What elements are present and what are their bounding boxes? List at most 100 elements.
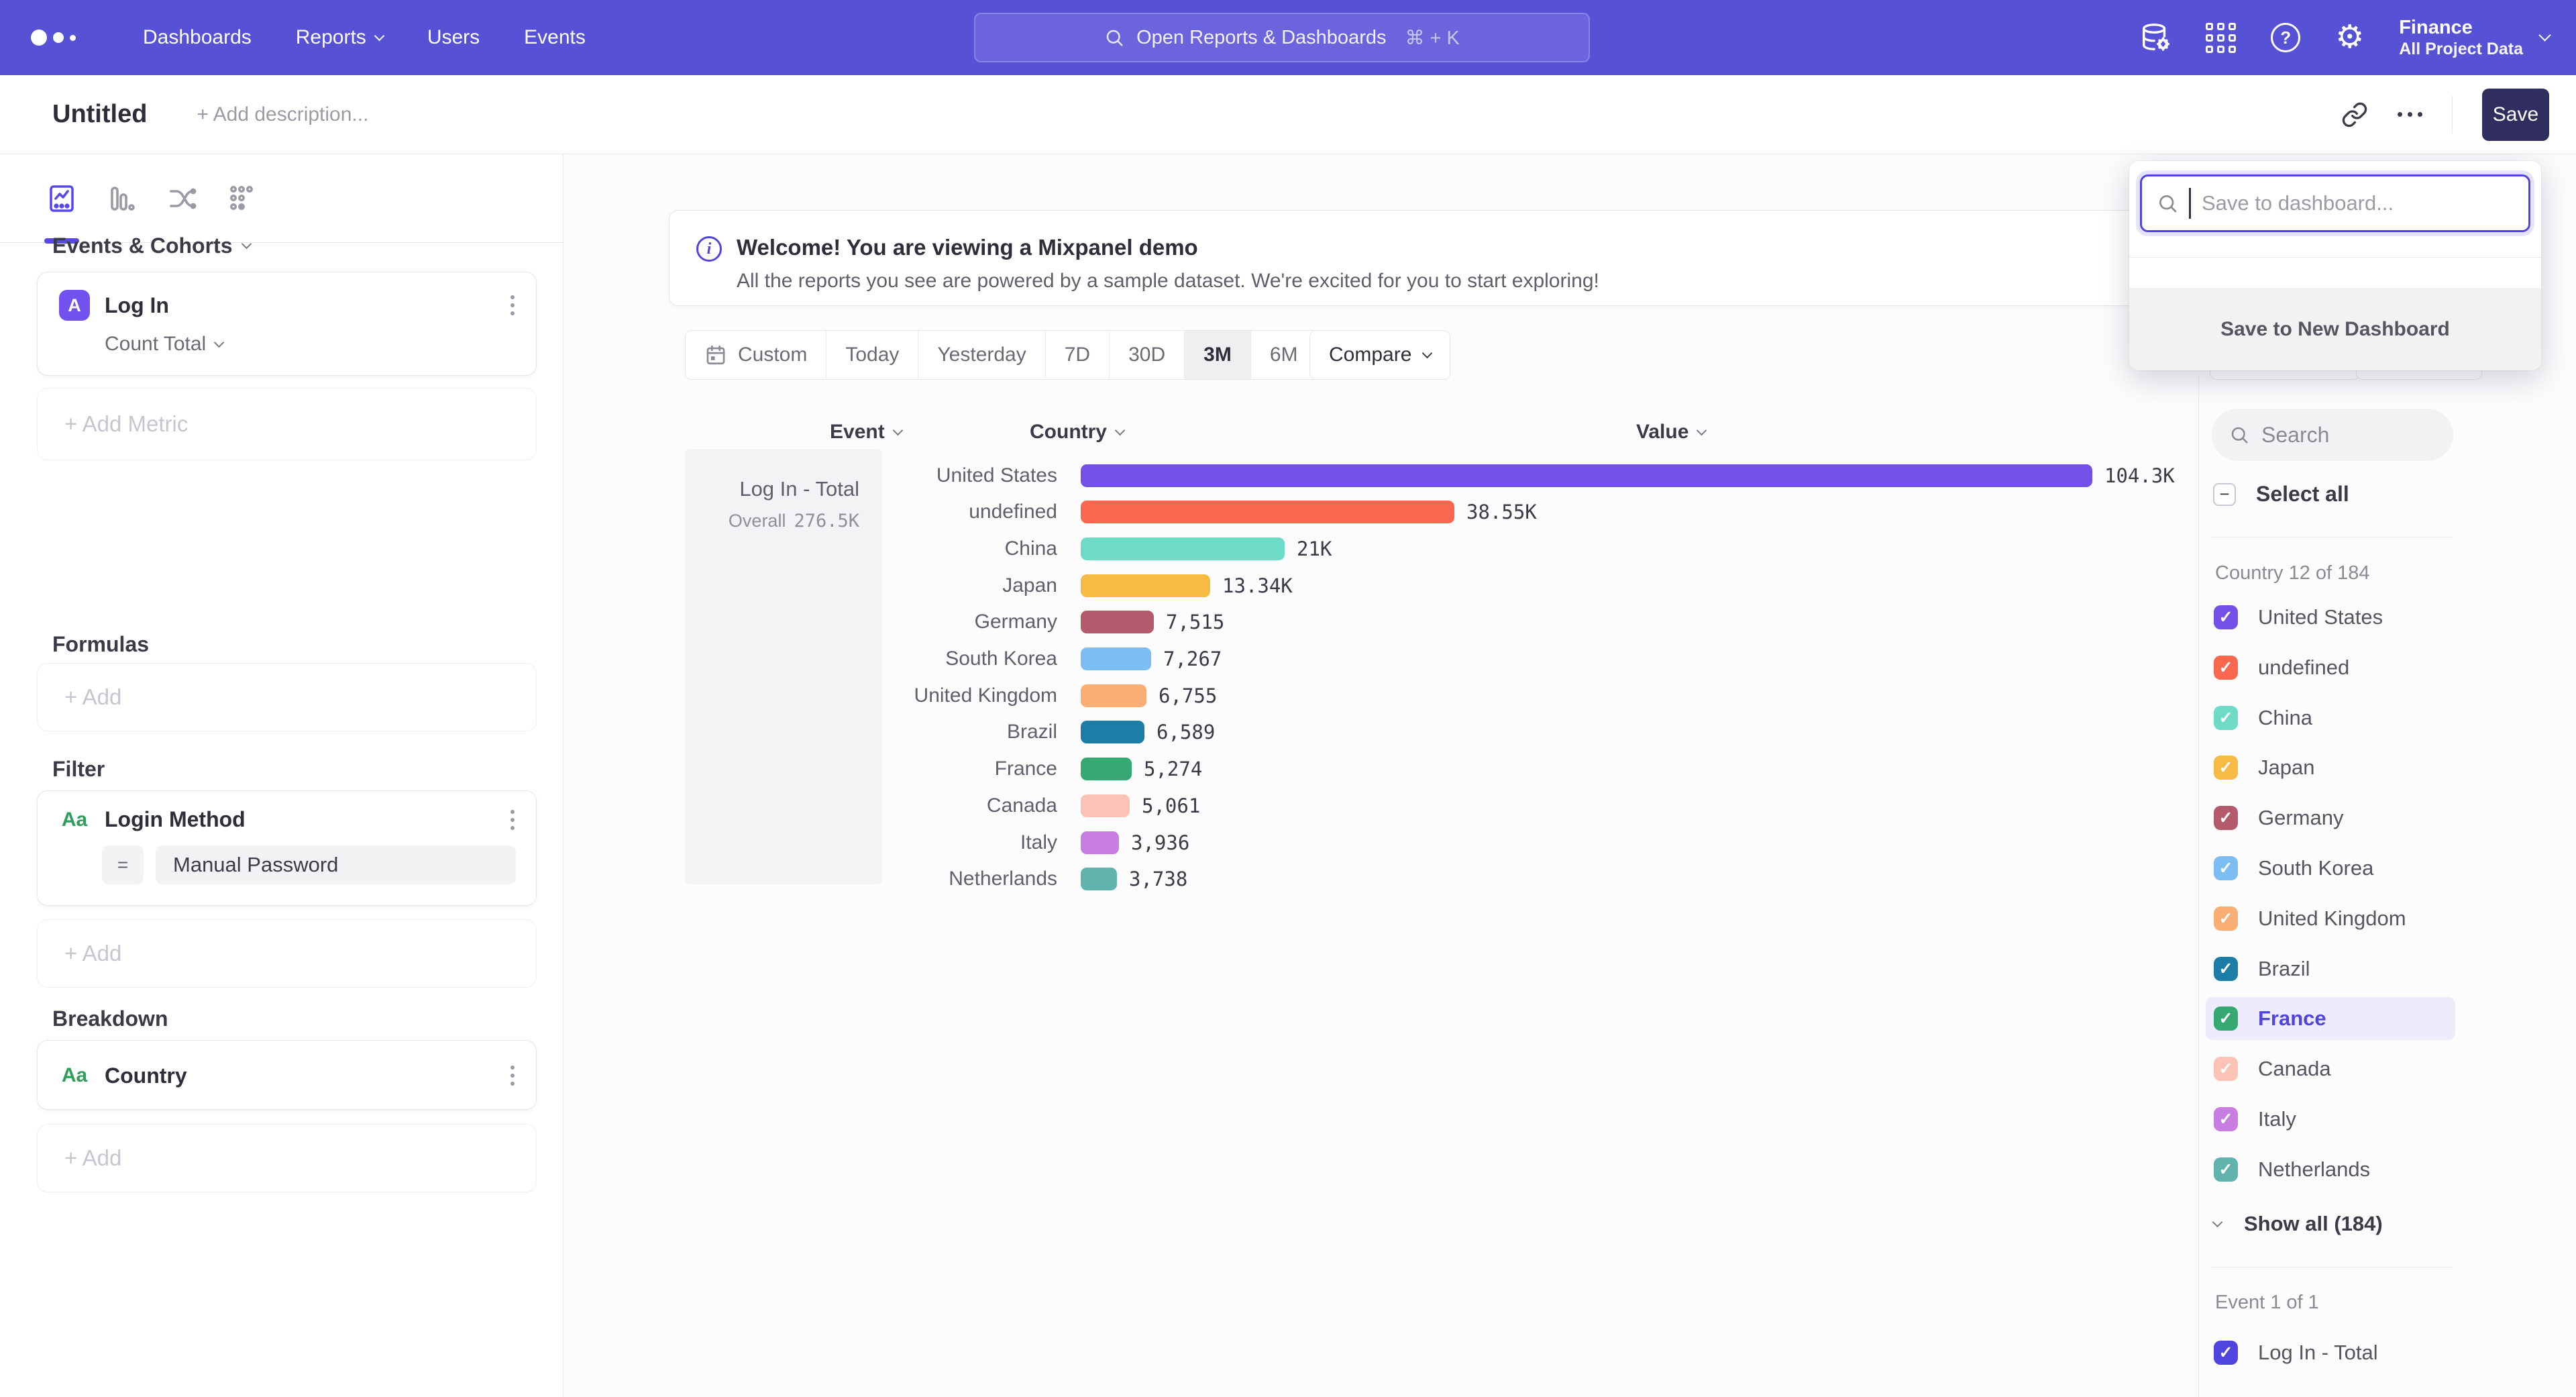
save-dashboard-search[interactable] (2140, 174, 2530, 232)
bar-south-korea[interactable] (1081, 648, 1151, 670)
add-description-button[interactable]: + Add description... (197, 103, 368, 126)
value-column-header[interactable]: Value (1636, 421, 1705, 444)
segment-label: United Kingdom (2258, 907, 2406, 931)
chevron-down-icon (2212, 1217, 2223, 1227)
event-column-header[interactable]: Event (830, 421, 902, 444)
segment-row-germany[interactable]: ✓Germany (2206, 796, 2455, 839)
bar-germany[interactable] (1081, 611, 1154, 633)
select-all-checkbox[interactable]: − (2213, 483, 2236, 506)
mixpanel-logo-icon[interactable] (31, 30, 76, 46)
bar-united-states[interactable] (1081, 464, 2092, 487)
checkbox-brazil[interactable]: ✓ (2214, 957, 2238, 981)
nav-link-reports[interactable]: Reports (296, 26, 383, 49)
tab-insights[interactable] (44, 181, 79, 216)
segment-row-united-kingdom[interactable]: ✓ United Kingdom (2206, 897, 2455, 940)
bar-undefined[interactable] (1081, 501, 1454, 523)
data-management-icon[interactable] (2140, 22, 2171, 53)
range-6m[interactable]: 6M (1250, 331, 1317, 379)
show-all-label: Show all (184) (2244, 1212, 2383, 1236)
range-custom[interactable]: Custom (686, 331, 826, 379)
bar-united-kingdom[interactable] (1081, 684, 1146, 707)
checkbox-italy[interactable]: ✓ (2214, 1107, 2238, 1131)
compare-button[interactable]: Compare (1309, 330, 1450, 380)
copy-link-icon[interactable] (2341, 101, 2368, 128)
filter-value[interactable]: Manual Password (156, 845, 516, 884)
add-metric-button[interactable]: + Add Metric (37, 388, 537, 460)
filter-kebab-icon[interactable] (511, 810, 515, 830)
checkbox-canada[interactable]: ✓ (2214, 1057, 2238, 1081)
select-all-row[interactable]: − Select all (2213, 482, 2349, 507)
settings-gear-icon[interactable]: ⚙ (2335, 21, 2364, 54)
bar-value: 5,274 (1144, 758, 1202, 780)
bar-brazil[interactable] (1081, 721, 1144, 743)
checkbox-germany[interactable]: ✓ (2214, 806, 2238, 830)
event-checkbox[interactable]: ✓ (2214, 1341, 2238, 1365)
bar-france[interactable] (1081, 758, 1132, 780)
metric-kebab-icon[interactable] (511, 295, 515, 315)
checkbox-united-kingdom[interactable]: ✓ (2214, 907, 2238, 931)
segment-row-netherlands[interactable]: ✓Netherlands (2206, 1148, 2455, 1191)
chart-row-undefined: undefined38.55K (805, 494, 1537, 531)
segment-row-japan[interactable]: ✓Japan (2206, 746, 2455, 789)
events-cohorts-header[interactable]: Events & Cohorts (52, 234, 250, 258)
range-3m[interactable]: 3M (1184, 331, 1250, 379)
metric-card[interactable]: A Log In Count Total (37, 272, 537, 376)
project-selector[interactable]: Finance All Project Data (2399, 16, 2549, 60)
event-segment-row[interactable]: ✓ Log In - Total (2206, 1331, 2455, 1374)
panel-divider (2198, 376, 2199, 1397)
checkbox-netherlands[interactable]: ✓ (2214, 1157, 2238, 1182)
filter-card[interactable]: Aa Login Method = Manual Password (37, 790, 537, 906)
checkbox-france[interactable]: ✓ (2214, 1006, 2238, 1031)
checkbox-china[interactable]: ✓ (2214, 706, 2238, 730)
breakdown-kebab-icon[interactable] (511, 1066, 515, 1086)
bar-netherlands[interactable] (1081, 868, 1117, 890)
filter-property-name[interactable]: Login Method (105, 807, 246, 832)
bar-china[interactable] (1081, 537, 1285, 560)
breakdown-card[interactable]: Aa Country (37, 1040, 537, 1110)
apps-grid-icon[interactable] (2206, 23, 2236, 53)
save-to-new-dashboard-button[interactable]: Save to New Dashboard (2129, 288, 2541, 370)
metric-name[interactable]: Log In (105, 293, 169, 318)
show-all-row[interactable]: Show all (184) (2214, 1212, 2383, 1236)
tab-funnels[interactable] (104, 181, 139, 216)
segment-search[interactable] (2212, 409, 2453, 461)
range-7d[interactable]: 7D (1045, 331, 1109, 379)
filter-operator[interactable]: = (102, 845, 144, 884)
checkbox-japan[interactable]: ✓ (2214, 756, 2238, 780)
checkbox-united-states[interactable]: ✓ (2214, 605, 2238, 629)
tab-retention[interactable] (224, 181, 259, 216)
segment-search-input[interactable] (2261, 423, 2422, 448)
segment-row-united-states[interactable]: ✓United States (2206, 596, 2455, 639)
tab-flows[interactable] (164, 181, 199, 216)
segment-row-china[interactable]: ✓China (2206, 696, 2455, 739)
report-title[interactable]: Untitled (52, 100, 147, 129)
country-column-header[interactable]: Country (1030, 421, 1124, 444)
segment-row-france[interactable]: ✓France (2206, 997, 2455, 1040)
help-icon[interactable]: ? (2271, 23, 2300, 52)
metric-aggregation[interactable]: Count Total (105, 333, 536, 356)
range-today[interactable]: Today (826, 331, 918, 379)
breakdown-property-name[interactable]: Country (105, 1064, 187, 1088)
add-breakdown-button[interactable]: + Add (37, 1124, 537, 1192)
nav-link-events[interactable]: Events (524, 26, 586, 49)
segment-row-south-korea[interactable]: ✓South Korea (2206, 847, 2455, 890)
checkbox-south-korea[interactable]: ✓ (2214, 856, 2238, 880)
add-filter-button[interactable]: + Add (37, 919, 537, 988)
nav-link-dashboards[interactable]: Dashboards (143, 26, 252, 49)
segment-row-canada[interactable]: ✓Canada (2206, 1047, 2455, 1090)
add-formula-button[interactable]: + Add (37, 663, 537, 731)
save-button[interactable]: Save (2482, 89, 2549, 141)
bar-italy[interactable] (1081, 831, 1119, 854)
checkbox-undefined[interactable]: ✓ (2214, 656, 2238, 680)
range-30d[interactable]: 30D (1109, 331, 1184, 379)
bar-japan[interactable] (1081, 574, 1210, 597)
nav-link-users[interactable]: Users (427, 26, 480, 49)
segment-row-italy[interactable]: ✓Italy (2206, 1098, 2455, 1141)
segment-row-undefined[interactable]: ✓undefined (2206, 646, 2455, 689)
range-yesterday[interactable]: Yesterday (918, 331, 1044, 379)
bar-canada[interactable] (1081, 794, 1130, 817)
global-search-button[interactable]: Open Reports & Dashboards ⌘ + K (974, 13, 1590, 62)
segment-row-brazil[interactable]: ✓Brazil (2206, 947, 2455, 990)
more-options-icon[interactable] (2398, 112, 2422, 117)
save-dashboard-input[interactable] (2202, 191, 2497, 215)
